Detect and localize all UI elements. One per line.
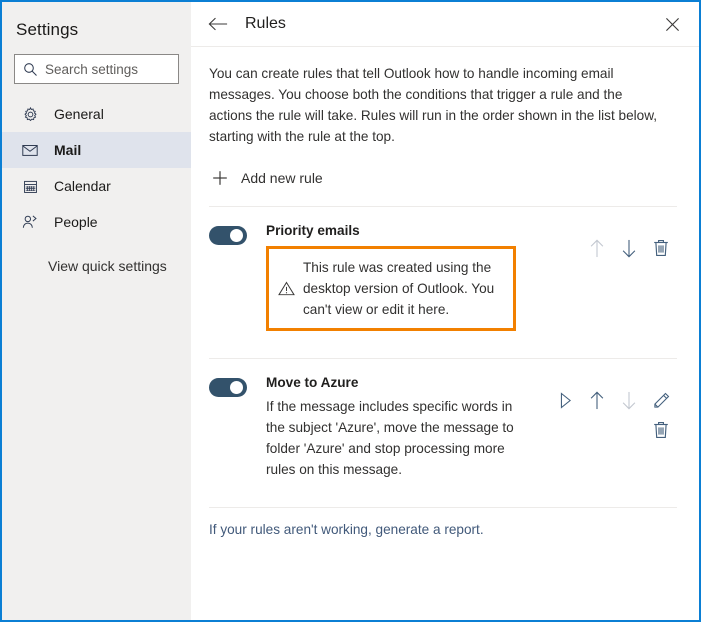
- generate-report-link[interactable]: If your rules aren't working, generate a…: [209, 508, 484, 537]
- panel-body: You can create rules that tell Outlook h…: [191, 47, 699, 539]
- trash-icon[interactable]: [645, 233, 677, 263]
- sidebar-item-label: Calendar: [54, 178, 111, 194]
- settings-sidebar: Settings G: [2, 2, 191, 620]
- person-icon: [20, 212, 40, 232]
- add-new-rule-label: Add new rule: [241, 170, 323, 186]
- page-title: Rules: [245, 15, 659, 33]
- plus-icon: [209, 170, 231, 186]
- toggle-knob: [230, 381, 243, 394]
- settings-window: Settings G: [0, 0, 701, 622]
- settings-nav: General Mail: [2, 96, 191, 240]
- rule-description: If the message includes specific words i…: [266, 396, 516, 480]
- search-icon: [23, 62, 38, 77]
- rules-panel: Rules You can create rules that tell Out…: [191, 2, 699, 620]
- move-down-icon[interactable]: [613, 233, 645, 263]
- sidebar-item-label: Mail: [54, 142, 81, 158]
- close-icon[interactable]: [659, 11, 685, 37]
- sidebar-item-mail[interactable]: Mail: [2, 132, 191, 168]
- back-arrow-icon[interactable]: [205, 11, 231, 37]
- sidebar-item-label: People: [54, 214, 98, 230]
- rule-row: Priority emails This rule was cr: [209, 207, 677, 345]
- calendar-icon: [20, 176, 40, 196]
- gear-icon: [20, 104, 40, 124]
- rule-enabled-toggle[interactable]: [209, 226, 247, 245]
- trash-icon[interactable]: [645, 415, 677, 445]
- rule-actions: [547, 233, 677, 263]
- search-settings-box[interactable]: [14, 54, 179, 84]
- rule-actions: [547, 385, 677, 445]
- view-quick-settings-link[interactable]: View quick settings: [2, 256, 191, 276]
- rule-enabled-toggle[interactable]: [209, 378, 247, 397]
- move-down-icon: [613, 385, 645, 415]
- sidebar-item-general[interactable]: General: [2, 96, 191, 132]
- add-new-rule-button[interactable]: Add new rule: [209, 163, 323, 193]
- sidebar-item-calendar[interactable]: Calendar: [2, 168, 191, 204]
- panel-header: Rules: [191, 2, 699, 47]
- sidebar-item-people[interactable]: People: [2, 204, 191, 240]
- run-rule-icon[interactable]: [549, 385, 581, 415]
- rule-warning-text: This rule was created using the desktop …: [303, 257, 503, 320]
- rule-row: Move to Azure If the message includes sp…: [209, 359, 677, 494]
- settings-title: Settings: [2, 2, 191, 40]
- search-input[interactable]: [45, 62, 170, 77]
- envelope-icon: [20, 140, 40, 160]
- toggle-knob: [230, 229, 243, 242]
- move-up-icon[interactable]: [581, 385, 613, 415]
- rules-intro-text: You can create rules that tell Outlook h…: [209, 47, 671, 147]
- sidebar-item-label: General: [54, 106, 104, 122]
- warning-triangle-icon: [277, 281, 295, 296]
- rule-warning-box: This rule was created using the desktop …: [266, 246, 516, 331]
- edit-icon[interactable]: [645, 385, 677, 415]
- move-up-icon: [581, 233, 613, 263]
